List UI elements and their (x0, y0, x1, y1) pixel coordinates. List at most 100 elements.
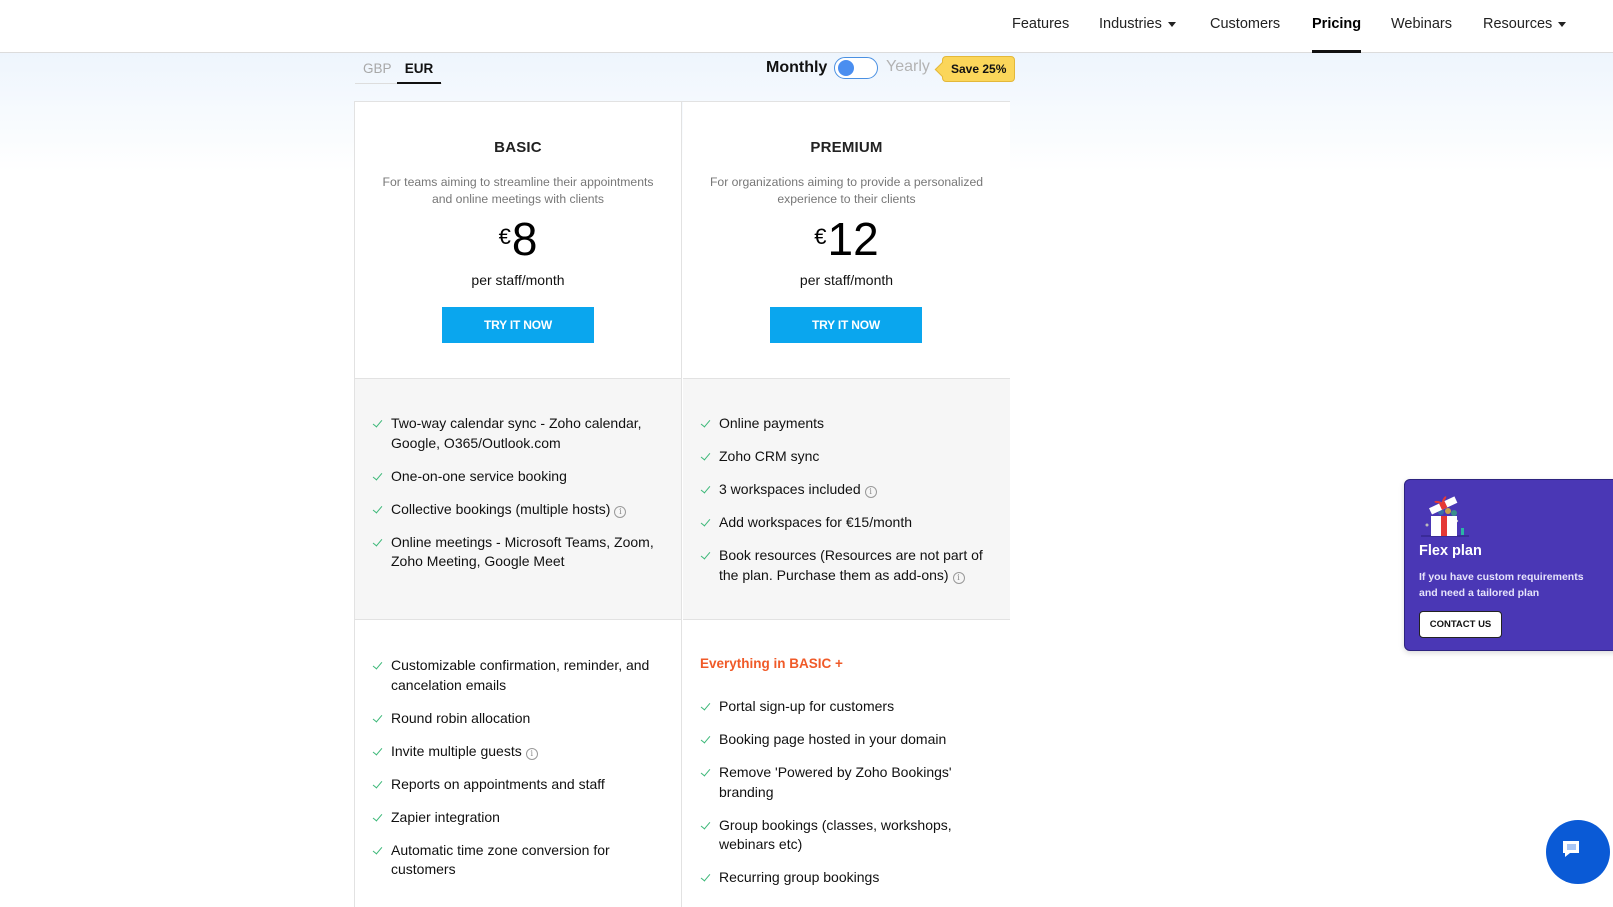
check-icon (699, 868, 713, 887)
plan-name: BASIC (494, 139, 542, 156)
check-icon (699, 730, 713, 749)
currency-symbol: € (498, 224, 511, 249)
plan-description: For teams aiming to streamline their app… (382, 175, 654, 206)
nav-label: Customers (1210, 16, 1281, 32)
try-it-now-button[interactable]: TRY IT NOW (442, 307, 594, 343)
nav-item-features[interactable]: Features (1012, 0, 1069, 53)
flex-plan-description: If you have custom requirements and need… (1419, 569, 1613, 601)
price-amount: 12 (827, 213, 879, 265)
feature-item: Round robin allocation (371, 709, 667, 729)
price-unit: per staff/month (471, 272, 565, 288)
nav-label: Resources (1483, 16, 1553, 32)
billing-toggle-switch[interactable] (834, 57, 878, 79)
feature-item: Recurring group bookings (699, 868, 996, 888)
feature-item: Collective bookings (multiple hosts) i (371, 500, 667, 520)
feature-text: Round robin allocation (391, 709, 531, 726)
chat-button[interactable] (1546, 820, 1610, 884)
nav-item-pricing[interactable]: Pricing (1312, 0, 1362, 53)
feature-text: One-on-one service booking (391, 467, 567, 484)
feature-item: Book resources (Resources are not part o… (699, 546, 996, 585)
feature-item: Portal sign-up for customers (699, 697, 996, 717)
feature-text: Zoho CRM sync (719, 448, 820, 464)
price-amount: 8 (511, 213, 538, 265)
feature-text: Recurring group bookings (719, 869, 880, 885)
check-icon (699, 546, 713, 565)
contact-us-button[interactable]: CONTACT US (1419, 611, 1502, 638)
feature-item: Online payments (699, 414, 996, 434)
yearly-label[interactable]: Yearly (886, 58, 930, 76)
feature-text: 3 workspaces included (719, 481, 861, 497)
check-icon (371, 775, 385, 794)
nav-item-resources[interactable]: Resources (1483, 0, 1567, 53)
check-icon (371, 500, 385, 519)
currency-tabs: GBP EUR (355, 58, 442, 84)
check-icon (699, 480, 713, 499)
check-icon (371, 414, 385, 433)
feature-item: Zoho CRM sync (699, 447, 996, 467)
plan-name: PREMIUM (810, 139, 883, 156)
nav-item-customers[interactable]: Customers (1210, 0, 1280, 53)
main-nav: Features Industries Customers Pricing We… (0, 0, 1613, 53)
feature-item: Automatic time zone conversion for custo… (371, 841, 667, 880)
feature-text: Zapier integration (391, 808, 500, 825)
plan-header: BASIC For teams aiming to streamline the… (355, 102, 681, 379)
check-icon (699, 414, 713, 433)
feature-item: Add workspaces for €15/month (699, 513, 996, 533)
flex-plan-title: Flex plan (1419, 543, 1482, 559)
nav-label: Webinars (1391, 16, 1452, 32)
feature-item: Two-way calendar sync - Zoho calendar, G… (371, 414, 667, 453)
feature-text: Booking page hosted in your domain (719, 731, 947, 747)
info-icon[interactable]: i (952, 571, 965, 584)
core-features: Two-way calendar sync - Zoho calendar, G… (355, 379, 681, 620)
nav-label: Industries (1099, 16, 1162, 32)
nav-label: Features (1012, 16, 1070, 32)
plan-price: €8 (355, 214, 681, 264)
nav-item-industries[interactable]: Industries (1099, 0, 1176, 53)
nav-item-webinars[interactable]: Webinars (1391, 0, 1452, 53)
feature-text: Remove 'Powered by Zoho Bookings' brandi… (719, 764, 952, 800)
plan-description: For organizations aiming to provide a pe… (709, 175, 984, 206)
feature-item: Group bookings (classes, workshops, webi… (699, 816, 996, 855)
check-icon (699, 697, 713, 716)
flex-desc-line: If you have custom requirements (1419, 571, 1584, 583)
currency-tab-gbp[interactable]: GBP (363, 58, 392, 84)
extra-features: Everything in BASIC + Portal sign-up for… (683, 620, 1010, 907)
feature-list: Online payments Zoho CRM sync 3 workspaces… (699, 414, 996, 599)
check-icon (371, 841, 385, 860)
info-icon[interactable]: i (864, 486, 877, 498)
currency-tab-eur[interactable]: EUR (397, 58, 441, 84)
flex-plan-card: Flex plan If you have custom requirement… (1404, 479, 1613, 651)
feature-text: Online meetings - Microsoft Teams, Zoom,… (391, 533, 654, 570)
top-header: Features Industries Customers Pricing We… (0, 0, 1613, 53)
everything-in-basic-heading: Everything in BASIC + (700, 656, 843, 671)
check-icon (699, 447, 713, 466)
check-icon (371, 656, 385, 675)
feature-list: Customizable confirmation, reminder, and… (371, 656, 667, 893)
feature-text: Automatic time zone conversion for custo… (391, 841, 610, 878)
nav-label: Pricing (1312, 16, 1362, 32)
feature-item: Reports on appointments and staff (371, 775, 667, 795)
currency-symbol: € (814, 224, 827, 249)
feature-text: Add workspaces for €15/month (719, 514, 912, 530)
save-badge: Save 25% (942, 56, 1016, 82)
chat-icon (1563, 841, 1579, 857)
monthly-label[interactable]: Monthly (766, 59, 827, 77)
plan-header: PREMIUM For organizations aiming to prov… (683, 102, 1010, 379)
check-icon (371, 467, 385, 486)
feature-item: Invite multiple guests i (371, 742, 667, 762)
feature-item: Booking page hosted in your domain (699, 730, 996, 750)
feature-text: Online payments (719, 415, 825, 431)
try-it-now-button[interactable]: TRY IT NOW (770, 307, 922, 343)
feature-item: Customizable confirmation, reminder, and… (371, 656, 667, 695)
chevron-down-icon (1558, 21, 1567, 27)
feature-list: Portal sign-up for customers Booking page… (699, 697, 996, 901)
check-icon (699, 763, 713, 782)
info-icon[interactable]: i (614, 505, 627, 518)
feature-text: Customizable confirmation, reminder, and… (391, 657, 650, 693)
check-icon (699, 513, 713, 532)
pricing-plans: BASIC For teams aiming to streamline the… (354, 101, 1010, 907)
feature-text: Portal sign-up for customers (719, 698, 895, 714)
info-icon[interactable]: i (525, 747, 538, 760)
plan-premium: PREMIUM For organizations aiming to prov… (683, 102, 1010, 907)
feature-item: Remove 'Powered by Zoho Bookings' brandi… (699, 763, 996, 802)
